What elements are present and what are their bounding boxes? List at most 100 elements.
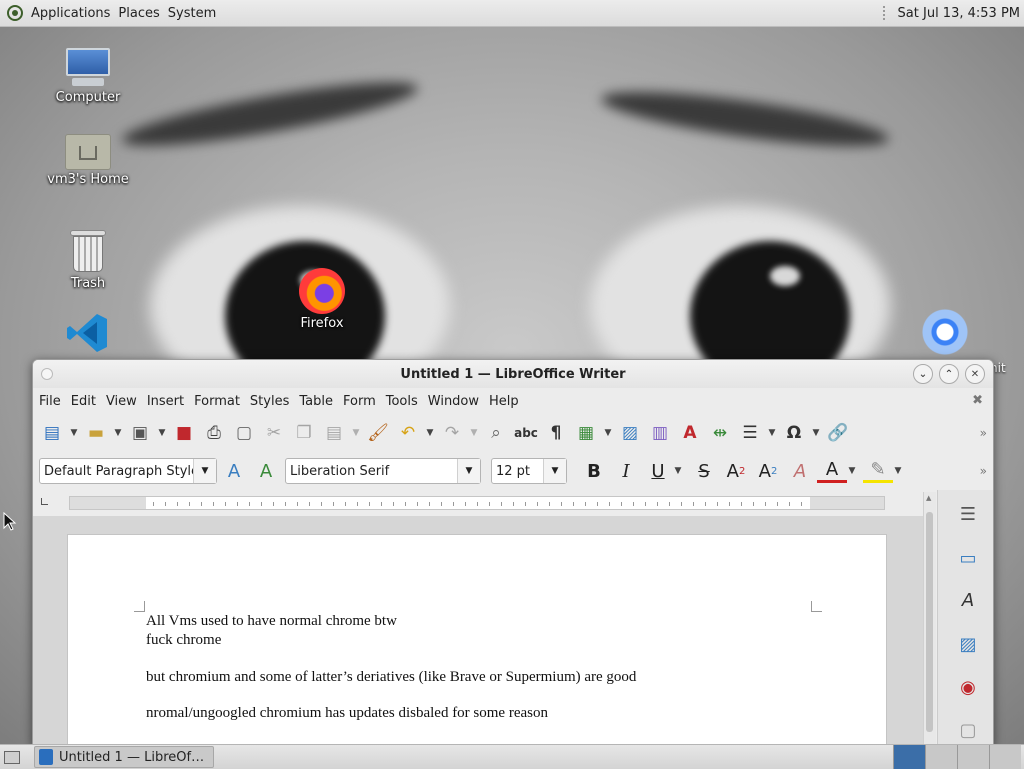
chromium-icon[interactable] [922,309,968,355]
menu-tools[interactable]: Tools [385,394,423,409]
gallery-icon[interactable]: ▨ [956,632,980,656]
superscript-icon[interactable]: A2 [721,458,751,484]
spelling-icon[interactable]: abc [513,420,539,446]
menu-window[interactable]: Window [427,394,484,409]
desktop-icon-computer[interactable]: Computer [43,48,133,105]
menu-file[interactable]: File [38,394,66,409]
table-dropdown-icon[interactable]: ▼ [603,420,613,446]
highlight-color-icon[interactable]: ✎ [863,459,893,483]
paste-icon[interactable]: ▤ [321,420,347,446]
document-line[interactable]: All Vms used to have normal chrome btw [146,612,397,631]
insert-chart-icon[interactable]: ▥ [647,420,673,446]
maximize-button[interactable]: ⌃ [939,364,959,384]
vscode-icon[interactable] [65,312,109,354]
insert-field-icon[interactable]: ☰ [737,420,763,446]
new-style-icon[interactable]: A [251,458,281,484]
chevron-down-icon[interactable]: ▼ [543,459,566,483]
chevron-down-icon[interactable]: ▼ [193,459,216,483]
chevron-down-icon[interactable]: ▼ [457,459,480,483]
underline-dropdown-icon[interactable]: ▼ [673,458,683,484]
menu-help[interactable]: Help [488,394,524,409]
menu-form[interactable]: Form [342,394,381,409]
clock[interactable]: Sat Jul 13, 4:53 PM [898,6,1020,21]
workspace-1[interactable] [893,745,925,769]
document-line[interactable]: but chromium and some of latter’s deriat… [146,668,636,687]
mate-logo-icon[interactable] [7,5,23,21]
clear-formatting-icon[interactable]: A [785,458,815,484]
document-page[interactable]: All Vms used to have normal chrome btw f… [67,534,887,745]
undo-icon[interactable]: ↶ [395,420,421,446]
menu-insert[interactable]: Insert [146,394,189,409]
font-color-icon[interactable]: A [817,459,847,483]
scrollbar-thumb[interactable] [926,512,933,732]
update-style-icon[interactable]: A [219,458,249,484]
italic-icon[interactable]: I [611,458,641,484]
save-icon[interactable]: ▣ [127,420,153,446]
save-dropdown-icon[interactable]: ▼ [157,420,167,446]
cut-icon[interactable]: ✂ [261,420,287,446]
formatting-marks-icon[interactable]: ¶ [543,420,569,446]
font-size-select[interactable]: 12 pt ▼ [491,458,567,484]
open-dropdown-icon[interactable]: ▼ [113,420,123,446]
strikethrough-icon[interactable]: S [689,458,719,484]
clone-formatting-icon[interactable]: 🖌 [365,420,391,446]
menu-styles[interactable]: Styles [249,394,294,409]
applications-menu[interactable]: Applications [27,6,114,21]
copy-icon[interactable]: ❐ [291,420,317,446]
export-pdf-icon[interactable]: ■ [171,420,197,446]
workspace-3[interactable] [957,745,989,769]
redo-dropdown-icon[interactable]: ▼ [469,420,479,446]
menu-view[interactable]: View [105,394,142,409]
menu-format[interactable]: Format [193,394,245,409]
sidebar-menu-icon[interactable]: ☰ [956,502,980,526]
insert-textbox-icon[interactable]: A [677,420,703,446]
minimize-button[interactable]: ⌄ [913,364,933,384]
insert-hyperlink-icon[interactable]: 🔗 [825,420,851,446]
tab-stop-selector-icon[interactable] [41,498,48,505]
menu-edit[interactable]: Edit [70,394,101,409]
document-line[interactable]: nromal/ungoogled chromium has updates di… [146,704,548,723]
new-document-icon[interactable]: ▤ [39,420,65,446]
bold-icon[interactable]: B [579,458,609,484]
open-folder-icon[interactable]: ▬ [83,420,109,446]
window-menu-button[interactable] [41,368,53,380]
highlight-dropdown-icon[interactable]: ▼ [893,458,903,484]
print-preview-icon[interactable]: ▢ [231,420,257,446]
insert-page-break-icon[interactable]: ⇹ [707,420,733,446]
show-desktop-button[interactable] [0,745,24,769]
paragraph-style-select[interactable]: Default Paragraph Style ▼ [39,458,217,484]
vertical-scrollbar[interactable]: ▲ [923,492,936,745]
undo-dropdown-icon[interactable]: ▼ [425,420,435,446]
font-color-dropdown-icon[interactable]: ▼ [847,458,857,484]
places-menu[interactable]: Places [114,6,163,21]
styles-icon[interactable]: A [956,588,980,612]
taskbar-item-writer[interactable]: Untitled 1 — LibreOf… [34,746,214,768]
navigator-icon[interactable]: ◉ [956,675,980,699]
new-dropdown-icon[interactable]: ▼ [69,420,79,446]
close-window-button[interactable]: ✕ [965,364,985,384]
insert-table-icon[interactable]: ▦ [573,420,599,446]
special-character-icon[interactable]: Ω [781,420,807,446]
format-toolbar-overflow-icon[interactable]: » [980,464,987,478]
subscript-icon[interactable]: A2 [753,458,783,484]
paste-dropdown-icon[interactable]: ▼ [351,420,361,446]
close-document-icon[interactable]: ✖ [972,393,983,408]
redo-icon[interactable]: ↷ [439,420,465,446]
page-icon[interactable]: ▢ [956,718,980,742]
properties-icon[interactable]: ▭ [956,546,980,570]
field-dropdown-icon[interactable]: ▼ [767,420,777,446]
document-line[interactable]: fuck chrome [146,631,221,650]
font-name-select[interactable]: Liberation Serif ▼ [285,458,481,484]
special-char-dropdown-icon[interactable]: ▼ [811,420,821,446]
desktop-icon-firefox[interactable]: Firefox [277,268,367,331]
find-replace-icon[interactable]: ⌕ [483,420,509,446]
workspace-4[interactable] [989,745,1021,769]
desktop-icon-home[interactable]: vm3's Home [43,130,133,187]
workspace-2[interactable] [925,745,957,769]
print-icon[interactable]: ⎙ [201,420,227,446]
menu-table[interactable]: Table [298,394,338,409]
horizontal-ruler[interactable] [69,496,885,510]
underline-icon[interactable]: U [643,458,673,484]
toolbar-overflow-icon[interactable]: » [980,426,987,440]
desktop-icon-trash[interactable]: Trash [43,230,133,291]
